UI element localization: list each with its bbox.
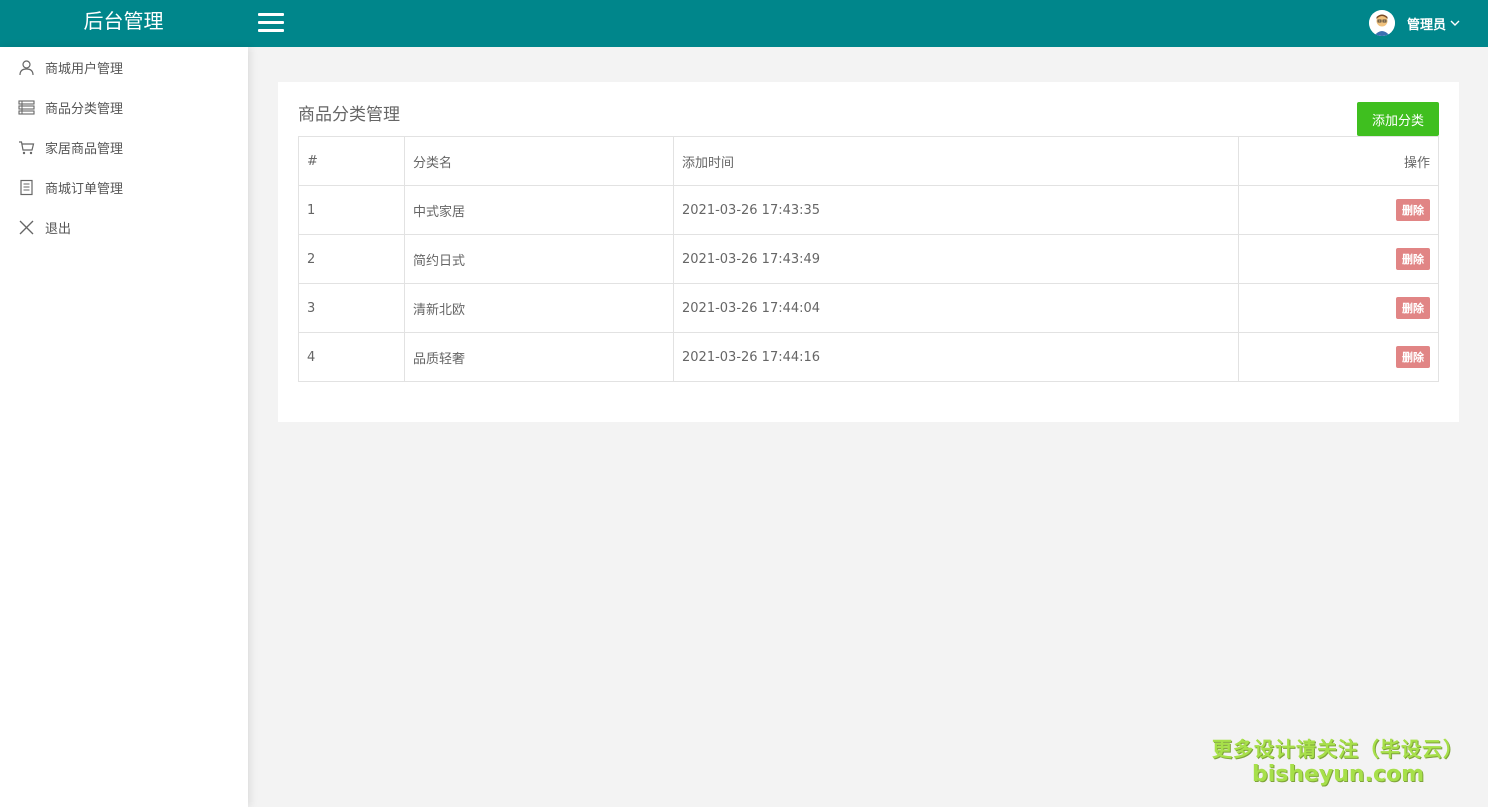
menu-toggle-icon[interactable]	[258, 13, 284, 33]
cart-icon	[18, 139, 35, 156]
user-menu[interactable]: 管理员	[1368, 7, 1460, 39]
sidebar-item-users[interactable]: 商城用户管理	[0, 47, 248, 87]
cell-num: 4	[298, 332, 405, 382]
watermark-line2: bisheyun.com	[1251, 762, 1425, 787]
column-header-time: 添加时间	[673, 136, 1239, 186]
cell-time: 2021-03-26 17:43:49	[673, 234, 1239, 284]
table-row: 4 品质轻奢 2021-03-26 17:44:16 删除	[298, 332, 1439, 382]
category-table: # 分类名 添加时间 操作 1 中式家居 2021-03-26 17:43:35…	[298, 136, 1439, 382]
cell-name: 清新北欧	[404, 283, 674, 333]
sidebar: 商城用户管理 商品分类管理 家居商品管理 商城订单管理 退出	[0, 47, 248, 807]
cell-num: 2	[298, 234, 405, 284]
page-title: 商品分类管理	[298, 105, 400, 125]
table-row: 1 中式家居 2021-03-26 17:43:35 删除	[298, 185, 1439, 235]
sidebar-item-logout[interactable]: 退出	[0, 207, 248, 247]
cell-action: 删除	[1238, 283, 1439, 333]
cell-time: 2021-03-26 17:44:04	[673, 283, 1239, 333]
avatar	[1368, 10, 1395, 36]
sidebar-item-products[interactable]: 家居商品管理	[0, 127, 248, 167]
sidebar-item-label: 商品分类管理	[45, 101, 124, 117]
chevron-down-icon	[1450, 20, 1460, 26]
cell-name: 简约日式	[404, 234, 674, 284]
add-category-button[interactable]: 添加分类	[1357, 102, 1439, 136]
watermark-line1: 更多设计请关注（毕设云）	[1212, 737, 1464, 761]
column-header-num: #	[298, 136, 405, 186]
user-name: 管理员	[1406, 17, 1446, 33]
sidebar-item-categories[interactable]: 商品分类管理	[0, 87, 248, 127]
column-header-action: 操作	[1238, 136, 1439, 186]
table-row: 2 简约日式 2021-03-26 17:43:49 删除	[298, 234, 1439, 284]
cell-name: 品质轻奢	[404, 332, 674, 382]
cell-name: 中式家居	[404, 185, 674, 235]
sidebar-item-label: 商城用户管理	[45, 61, 124, 77]
sidebar-item-label: 退出	[45, 221, 72, 237]
top-header: 后台管理 管理员	[0, 0, 1488, 47]
delete-button[interactable]: 删除	[1396, 199, 1430, 221]
category-panel: 商品分类管理 添加分类 # 分类名 添加时间 操作 1 中式家居 2021-03…	[278, 82, 1459, 422]
cell-action: 删除	[1238, 234, 1439, 284]
brand-title: 后台管理	[83, 9, 164, 33]
sidebar-item-label: 家居商品管理	[45, 141, 124, 157]
cell-num: 3	[298, 283, 405, 333]
delete-button[interactable]: 删除	[1396, 248, 1430, 270]
cell-time: 2021-03-26 17:43:35	[673, 185, 1239, 235]
cell-action: 删除	[1238, 185, 1439, 235]
table-row: 3 清新北欧 2021-03-26 17:44:04 删除	[298, 283, 1439, 333]
cell-action: 删除	[1238, 332, 1439, 382]
sidebar-item-label: 商城订单管理	[45, 181, 124, 197]
receipt-icon	[18, 179, 35, 196]
cell-num: 1	[298, 185, 405, 235]
column-header-name: 分类名	[404, 136, 674, 186]
delete-button[interactable]: 删除	[1396, 346, 1430, 368]
sidebar-item-orders[interactable]: 商城订单管理	[0, 167, 248, 207]
cell-time: 2021-03-26 17:44:16	[673, 332, 1239, 382]
delete-button[interactable]: 删除	[1396, 297, 1430, 319]
table-header-row: # 分类名 添加时间 操作	[298, 136, 1439, 186]
close-icon	[18, 219, 35, 236]
list-icon	[18, 99, 35, 116]
watermark: 更多设计请关注（毕设云） bisheyun.com	[1212, 733, 1464, 787]
user-icon	[18, 59, 35, 76]
